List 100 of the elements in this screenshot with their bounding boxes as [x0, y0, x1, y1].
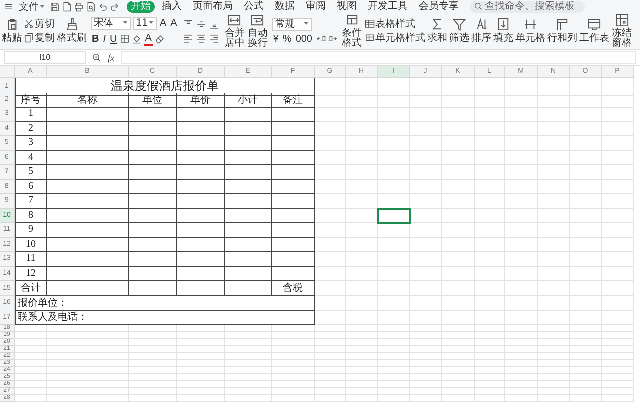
table-cell[interactable]: 6 — [15, 180, 47, 194]
align-center-icon[interactable] — [196, 32, 208, 44]
menu-icon[interactable] — [4, 2, 14, 12]
redo-icon[interactable] — [110, 2, 120, 12]
sheet-title: 温泉度假酒店报价单 — [15, 78, 315, 96]
ribbon-tab[interactable]: 插入 — [158, 0, 186, 12]
table-cell[interactable]: 合计 — [15, 281, 47, 296]
undo-icon[interactable] — [98, 2, 108, 12]
sheet-icon[interactable] — [588, 18, 601, 31]
sort-icon[interactable] — [475, 18, 488, 31]
table-cell[interactable]: 8 — [15, 208, 47, 223]
table-icon[interactable] — [364, 19, 374, 29]
table-cell[interactable]: 11 — [15, 252, 47, 266]
ribbon-button[interactable]: 筛选 — [450, 13, 470, 49]
table-cell[interactable]: 小计 — [225, 92, 272, 108]
ribbon-tab[interactable]: 开发工具 — [364, 0, 412, 12]
table-cell[interactable]: 12 — [15, 266, 47, 281]
ribbon-button[interactable]: 合并居中 — [224, 13, 246, 49]
caret-icon[interactable] — [40, 4, 45, 8]
ribbon-tab[interactable]: 公式 — [240, 0, 268, 12]
ribbon-button[interactable]: 单元格样式 — [364, 32, 426, 44]
table-cell[interactable]: 名称 — [47, 92, 129, 108]
table-cell[interactable]: 2 — [15, 122, 47, 136]
fill-down-icon[interactable] — [497, 18, 510, 31]
file-menu[interactable]: 文件 — [17, 0, 47, 14]
cell-border-icon[interactable] — [524, 18, 537, 31]
caret-icon[interactable] — [123, 21, 128, 25]
sigma-icon[interactable] — [431, 18, 444, 31]
ribbon-button[interactable]: 自动换行 — [247, 13, 268, 49]
ribbon-tab[interactable]: 审阅 — [302, 0, 330, 12]
table-cell[interactable]: 4 — [15, 150, 47, 165]
fill-color-icon[interactable] — [132, 34, 142, 44]
table-cell[interactable]: 9 — [15, 223, 47, 238]
font-name-field[interactable]: 宋体 — [91, 16, 131, 30]
decrease-decimal-icon[interactable] — [328, 34, 338, 44]
shrink-font-button[interactable]: A — [170, 18, 178, 28]
printer-icon[interactable] — [74, 2, 84, 12]
search-field[interactable]: 查找命令、搜索模板 — [470, 0, 585, 12]
caret-icon[interactable] — [304, 22, 310, 26]
increase-decimal-icon[interactable] — [316, 34, 326, 44]
table-cell[interactable]: 7 — [15, 194, 47, 208]
copy-icon[interactable] — [24, 33, 34, 43]
border-icon[interactable] — [120, 34, 130, 44]
funnel-icon[interactable] — [453, 18, 466, 31]
align-right-icon[interactable] — [209, 32, 220, 44]
caret-icon[interactable] — [149, 21, 154, 25]
brush-icon[interactable] — [66, 18, 78, 31]
table-cell[interactable]: 序号 — [15, 92, 47, 108]
number-format-button[interactable]: ¥ — [272, 34, 280, 44]
eraser-icon[interactable] — [154, 34, 165, 44]
table-cell[interactable]: 3 — [15, 136, 47, 150]
ribbon-button[interactable]: 格式刷 — [57, 13, 87, 49]
ribbon-button[interactable]: 粘贴 — [2, 13, 22, 49]
ribbon-tab[interactable]: 视图 — [333, 0, 361, 12]
ribbon-button[interactable]: 复制 — [24, 32, 55, 44]
formula-field[interactable] — [120, 51, 636, 64]
clipboard-icon[interactable] — [6, 18, 18, 31]
ribbon-button[interactable]: 填充 — [494, 13, 514, 49]
preview-icon[interactable] — [86, 2, 96, 12]
table-cell[interactable]: 单价 — [177, 92, 225, 108]
merge-cells-icon[interactable] — [228, 14, 242, 26]
text-style-button[interactable]: U — [109, 34, 118, 44]
ribbon-button[interactable]: 求和 — [428, 13, 448, 49]
ribbon-button[interactable]: 条件格式 — [342, 13, 362, 49]
ribbon-tab[interactable]: 数据 — [271, 0, 299, 12]
table-cell[interactable]: 10 — [15, 238, 47, 252]
ribbon-button[interactable]: 行和列 — [548, 13, 578, 49]
ribbon-button[interactable]: 冻结窗格 — [612, 13, 632, 49]
table-cell[interactable]: 1 — [15, 107, 47, 122]
freeze-panes-icon[interactable] — [616, 14, 628, 26]
table-cell[interactable]: 单位 — [129, 92, 177, 108]
scissors-icon[interactable] — [24, 19, 34, 29]
ribbon-button[interactable]: 单元格 — [516, 13, 546, 49]
zoom-icon[interactable] — [92, 52, 102, 62]
ribbon-button[interactable]: 表格样式 — [364, 18, 426, 30]
text-style-button[interactable]: I — [102, 34, 108, 44]
font-size-field[interactable]: 11 — [133, 16, 157, 30]
text-style-button[interactable]: B — [91, 34, 100, 44]
rows-columns-icon[interactable] — [556, 18, 569, 31]
wrap-text-icon[interactable] — [251, 14, 264, 26]
table-cell[interactable]: 备注 — [272, 92, 315, 108]
cell-icon[interactable] — [364, 33, 374, 43]
select-all-corner[interactable] — [0, 66, 15, 78]
ribbon-button[interactable]: 排序 — [472, 13, 492, 49]
ribbon-tab[interactable]: 会员专享 — [415, 0, 463, 12]
document-icon[interactable] — [62, 2, 72, 12]
number-format-button[interactable]: % — [282, 34, 293, 44]
grow-font-button[interactable]: A — [159, 18, 168, 28]
save-icon[interactable] — [50, 2, 60, 12]
selected-cell[interactable] — [378, 208, 410, 223]
ribbon-button[interactable]: 工作表 — [580, 13, 610, 49]
ribbon-tab[interactable]: 页面布局 — [189, 0, 237, 12]
table-cell[interactable]: 5 — [15, 165, 47, 180]
font-color-button[interactable]: A — [144, 32, 153, 46]
table-cell[interactable]: 含税 — [272, 281, 315, 296]
ribbon-button[interactable]: 剪切 — [24, 18, 55, 30]
align-left-icon[interactable] — [183, 32, 194, 44]
number-format-button[interactable]: 000 — [294, 34, 314, 44]
number-format-field[interactable]: 常规 — [272, 18, 312, 30]
name-box[interactable]: I10 — [4, 51, 86, 64]
